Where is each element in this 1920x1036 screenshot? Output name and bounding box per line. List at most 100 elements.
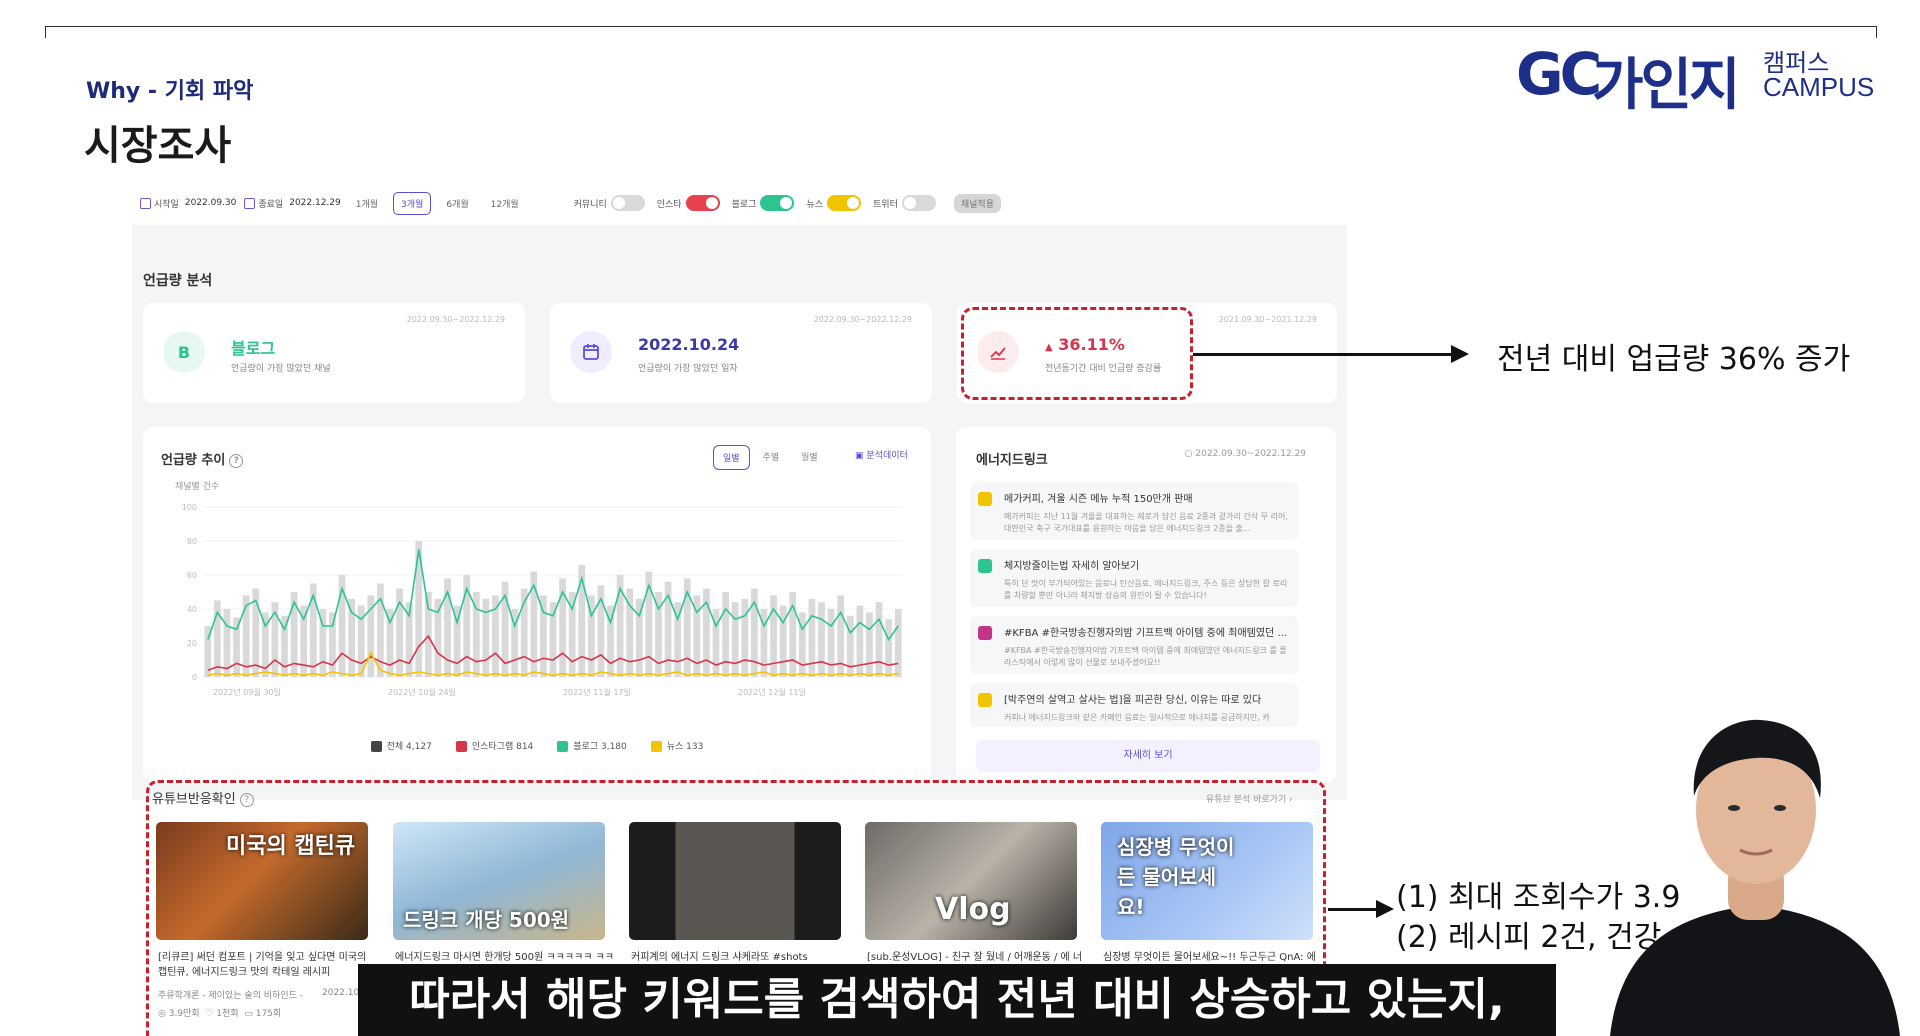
toggle-switch[interactable] [901,195,936,211]
export-label: 분석데이터 [866,451,908,461]
news-body: #KFBA #한국방송진행자의밤 기프트백 아이템 중에 최애템였던 에너지드링… [1004,646,1287,667]
end-date-picker[interactable]: 종료일 2022.12.29 [244,197,341,210]
news-head: 메가커피, 겨울 시즌 메뉴 누적 150만개 판매 [1004,494,1193,505]
period-12m[interactable]: 12개월 [484,193,526,214]
news-icon [978,693,992,707]
bar-total [875,602,883,677]
highlight-box-kpi [961,307,1193,400]
legend-item[interactable]: 전체 4,127 [370,739,432,752]
toggle-insta[interactable]: 인스타 [657,195,720,211]
toggle-community[interactable]: 커뮤니티 [574,195,645,211]
chart-legend: 전체 4,127 인스타그램 814 블로그 3,180 뉴스 133 [143,739,931,752]
bar-total [233,617,240,677]
news-icon [978,492,992,506]
period-1m[interactable]: 1개월 [349,193,385,214]
clock-icon: ○ [1184,449,1193,459]
checkbox-icon [370,741,382,752]
toggle-twitter[interactable]: 트위터 [873,195,936,211]
toggle-blog[interactable]: 블로그 [732,195,795,211]
filter-bar: 시작일 2022.09.30 종료일 2022.12.29 1개월 3개월 6개월 … [140,190,1040,216]
news-range: ○ 2022.09.30~2022.12.29 [1185,449,1306,459]
toggle-switch[interactable] [685,195,720,211]
period-6m[interactable]: 6개월 [439,193,475,214]
bar-total [827,609,835,677]
section-label: Why - 기회 파악 [86,79,254,104]
end-label: 종료일 [258,199,284,210]
bar-total [808,598,816,677]
news-body: 특히 단 맛이 부가되어있는 음료나 탄산음료, 에너지드링크, 주스 등은 상… [1004,579,1288,600]
bar-total [770,595,777,677]
news-card: 에너지드링크 ○ 2022.09.30~2022.12.29 메가커피, 겨울 … [956,427,1336,782]
y-tick-label: 60 [187,571,197,580]
logo-gc: GC [1516,40,1602,108]
y-tick-label: 20 [187,639,197,648]
kpi-sub: 언급량이 가장 많았던 채널 [231,364,331,374]
toggle-switch[interactable] [610,195,645,211]
legend-item[interactable]: 뉴스 133 [650,739,703,752]
tab-daily[interactable]: 일별 [713,445,750,470]
toggle-news[interactable]: 뉴스 [806,195,862,211]
checkbox-icon [455,741,467,752]
legend-item[interactable]: 인스타그램 814 [455,739,534,752]
trend-chart-card: 언급량 추이? 일별 주별 월별 ▣ 분석데이터 채널별 건수 0 20 40 60 8… [143,427,931,782]
toggle-switch[interactable] [760,195,795,211]
bar-total [731,602,739,677]
more-button[interactable]: 자세히 보기 [976,740,1320,772]
instagram-icon [978,626,992,640]
annotation-top: 전년 대비 업급량 36% 증가 [1497,342,1851,377]
toggle-label: 뉴스 [806,199,824,210]
arrow-head-icon [1451,345,1469,363]
bar-total [894,609,902,677]
news-item[interactable]: [박주연의 살역고 살사는 법]을 피곤한 당신, 이유는 따로 있다 커피나 에… [970,683,1298,727]
news-body: 메가커피는 지난 11월 겨울을 대표하는 제로가 담긴 음료 2종과 겉가리 … [1004,512,1288,533]
start-label: 시작일 [154,199,179,210]
x-tick-label: 2022년 09월 30일 [213,687,281,697]
legend-label: 인스타그램 814 [471,742,534,752]
kpi-card-date: 2022.10.24 언급량이 가장 많았던 일자 2022.09.30~202… [550,303,932,403]
logo-campus-en: CAMPUS [1763,72,1875,102]
calendar-icon [244,197,256,209]
x-tick-label: 2022년 10월 24일 [388,687,456,697]
analysis-title: 언급량 분석 [143,273,213,289]
legend-label: 블로그 3,180 [573,742,627,752]
export-button[interactable]: ▣ 분석데이터 [855,448,908,461]
presenter-video [1610,719,1900,1036]
bar-total [866,612,873,677]
kpi-range: 2022.09.30~2022.12.29 [406,315,505,324]
legend-label: 전체 4,127 [386,742,432,752]
kpi-range: 2021.09.30~2021.12.29 [1218,315,1317,324]
brand-logo: GC 가인지 캠퍼스 CAMPUS [1516,40,1874,118]
y-tick-label: 80 [187,537,197,546]
tab-monthly[interactable]: 월별 [792,445,827,470]
news-head: #KFBA #한국방송진행자의밤 기프트백 아이템 중에 최애템였던 ... [1004,628,1287,639]
y-tick-label: 40 [187,605,197,614]
apply-channel-button[interactable]: 채널적용 [953,193,1001,213]
y-tick-label: 0 [192,673,197,682]
bar-total [818,602,825,677]
news-item[interactable]: 체지방줄이는법 자세히 알아보기 특히 단 맛이 부가되어있는 음료나 탄산음료,… [970,549,1298,607]
news-item[interactable]: #KFBA #한국방송진행자의밤 기프트백 아이템 중에 최애템였던 ... #K… [970,616,1298,674]
page-title: 시장조사 [84,123,232,169]
blog-icon [978,559,992,573]
logo-name: 가인지 [1592,53,1741,118]
checkbox-icon [557,741,569,752]
calendar-icon [140,197,151,209]
checkbox-icon [650,741,662,752]
toggle-label: 블로그 [731,199,757,210]
kpi-sub: 언급량이 가장 많았던 일자 [638,364,738,374]
tab-weekly[interactable]: 주별 [754,445,789,470]
annotation-arrow [1328,908,1376,911]
bar-total [578,564,586,677]
start-date-picker[interactable]: 시작일 2022.09.30 [140,197,236,210]
help-icon[interactable]: ? [229,453,244,468]
x-tick-label: 2022년 12월 11일 [738,687,806,697]
chart-title: 언급량 추이? [161,449,244,468]
toggle-switch[interactable] [827,195,862,211]
arrow-head-icon [1376,900,1394,918]
period-3m[interactable]: 3개월 [393,191,432,215]
period-tabs: 일별 주별 월별 [713,445,827,470]
news-item[interactable]: 메가커피, 겨울 시즌 메뉴 누적 150만개 판매메가커피는 지난 11월 겨… [970,482,1298,540]
bar-total [722,592,729,677]
kpi-range: 2022.09.30~2022.12.29 [813,315,912,324]
legend-item[interactable]: 블로그 3,180 [557,739,627,752]
